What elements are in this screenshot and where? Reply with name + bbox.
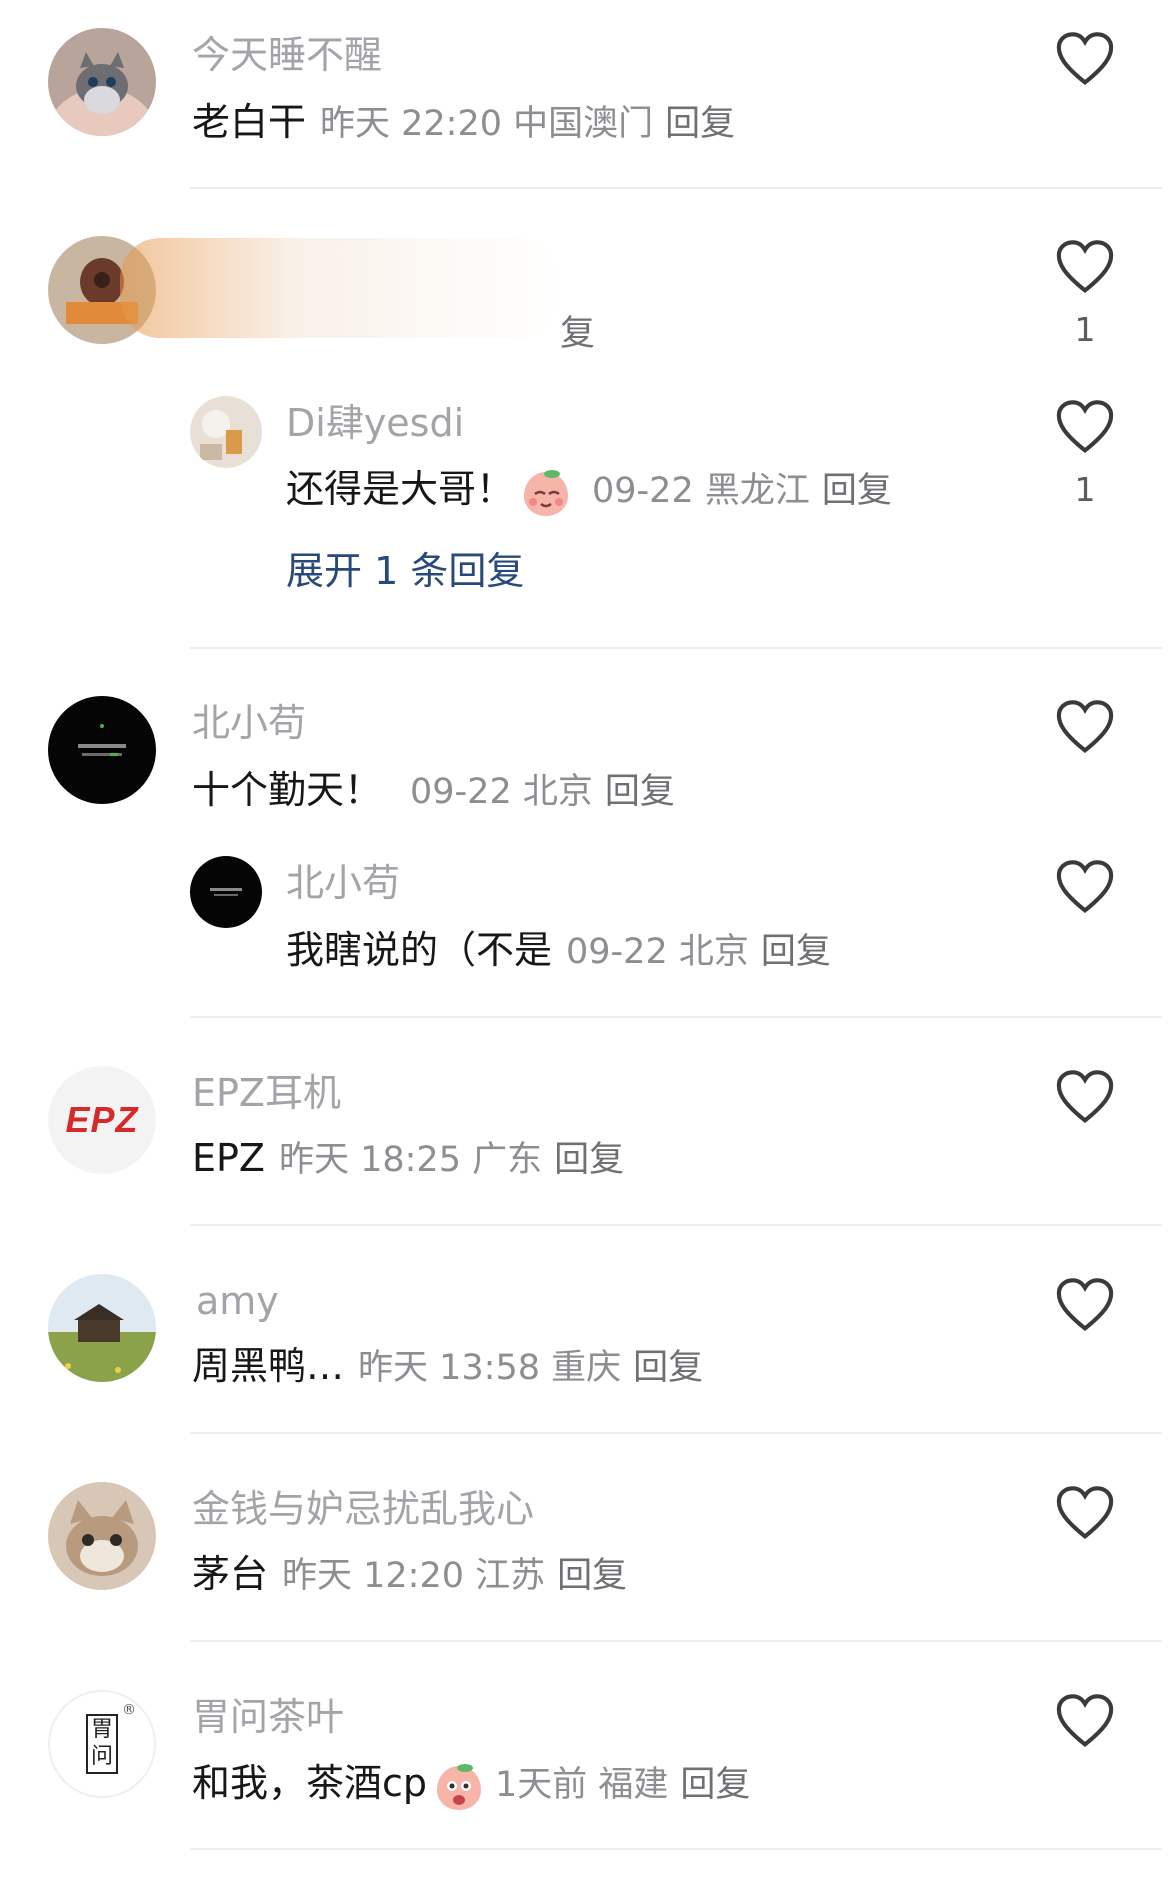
comment-meta: 09-22 北京 [566, 932, 749, 972]
divider [190, 647, 1162, 649]
comment-username[interactable]: EPZ耳机 [192, 1068, 341, 1118]
like-button[interactable] [1052, 1480, 1118, 1546]
divider [190, 1640, 1162, 1642]
heart-outline-icon [1056, 700, 1114, 754]
reply-button[interactable]: 复 [560, 314, 595, 354]
heart-outline-icon [1056, 1070, 1114, 1124]
epz-logo: EPZ [65, 1099, 139, 1140]
avatar[interactable]: EPZ [48, 1066, 156, 1174]
comment-line: 十个勤天！ 09-22 北京 回复 [192, 762, 675, 820]
comment-text: 周黑鸭… [192, 1344, 345, 1388]
comment-line: 茅台 昨天 12:20 江苏 回复 [192, 1546, 627, 1604]
avatar[interactable]: 胃 问 ® [48, 1690, 156, 1798]
comment-text: EPZ [192, 1136, 265, 1180]
comment-username[interactable]: 北小苟 [286, 858, 400, 908]
redacted-content [120, 238, 560, 338]
reply-button[interactable]: 回复 [822, 471, 892, 511]
like-button[interactable] [1052, 1688, 1118, 1754]
avatar[interactable] [48, 696, 156, 804]
peach-emoji-icon [518, 464, 574, 520]
comment-username[interactable]: Di肆yesdi [286, 398, 464, 448]
comment-list: 今天睡不醒 老白干 昨天 22:20 中国澳门 回复 复 1 Di肆yesdi 还得… [0, 0, 1170, 1890]
avatar[interactable] [48, 1482, 156, 1590]
divider [190, 187, 1162, 189]
comment-username[interactable]: 金钱与妒忌扰乱我心 [192, 1484, 534, 1534]
reply-button[interactable]: 回复 [761, 932, 831, 972]
comment-line: 老白干 昨天 22:20 中国澳门 回复 [192, 94, 735, 152]
comment-text: 老白干 [192, 100, 307, 144]
like-button[interactable] [1052, 1064, 1118, 1130]
comment-text: 还得是大哥！ [286, 467, 515, 511]
peach-emoji-icon [431, 1758, 487, 1814]
reply-button[interactable]: 回复 [605, 772, 675, 812]
comment-line: 我瞎说的（不是 09-22 北京 回复 [286, 922, 831, 980]
reply-button[interactable]: 回复 [557, 1556, 627, 1596]
comment-meta: 1天前 福建 [495, 1765, 669, 1805]
tea-logo-char: 问 [90, 1744, 113, 1769]
comment-line: 周黑鸭… 昨天 13:58 重庆 回复 [192, 1338, 703, 1396]
comment-text: 十个勤天！ [192, 768, 383, 812]
divider [190, 1224, 1162, 1226]
like-button[interactable] [1052, 394, 1118, 460]
avatar[interactable] [48, 28, 156, 136]
reply-button[interactable]: 回复 [633, 1348, 703, 1388]
comment-line: 和我，茶酒cp 1天前 福建 回复 [192, 1755, 750, 1814]
reply-button[interactable]: 回复 [680, 1765, 750, 1805]
comment-line: 复 [560, 304, 595, 362]
comment-text: 茅台 [192, 1552, 269, 1596]
comment-meta: 09-22 北京 [410, 772, 593, 812]
avatar[interactable] [48, 1274, 156, 1382]
expand-replies-button[interactable]: 展开 1 条回复 [286, 546, 524, 596]
heart-outline-icon [1056, 1278, 1114, 1332]
like-count: 1 [1074, 470, 1096, 509]
reply-button[interactable]: 回复 [554, 1140, 624, 1180]
like-count: 1 [1074, 310, 1096, 349]
divider [190, 1848, 1162, 1850]
comment-meta: 昨天 22:20 中国澳门 [320, 104, 654, 144]
comment-username[interactable]: 北小苟 [192, 698, 306, 748]
comment-username[interactable]: 胃问茶叶 [192, 1692, 344, 1742]
like-button[interactable] [1052, 234, 1118, 300]
comment-line: 还得是大哥！ 09-22 黑龙江 回复 [286, 461, 892, 520]
registered-mark: ® [122, 1702, 136, 1718]
avatar[interactable] [190, 396, 262, 468]
comment-meta: 昨天 18:25 广东 [278, 1140, 543, 1180]
like-button[interactable] [1052, 694, 1118, 760]
comment-username[interactable]: 今天睡不醒 [192, 30, 382, 80]
comment-text: 我瞎说的（不是 [286, 928, 553, 972]
comment-text: 和我，茶酒cp [192, 1761, 428, 1805]
avatar[interactable] [190, 856, 262, 928]
reply-button[interactable]: 回复 [665, 104, 735, 144]
tea-logo-char: 胃 [90, 1717, 113, 1742]
like-button[interactable] [1052, 26, 1118, 92]
heart-outline-icon [1056, 400, 1114, 454]
heart-outline-icon [1056, 1694, 1114, 1748]
heart-outline-icon [1056, 32, 1114, 86]
comment-meta: 09-22 黑龙江 [592, 471, 810, 511]
like-button[interactable] [1052, 1272, 1118, 1338]
like-button[interactable] [1052, 854, 1118, 920]
heart-outline-icon [1056, 860, 1114, 914]
tea-logo: 胃 问 [86, 1714, 118, 1774]
comment-line: EPZ 昨天 18:25 广东 回复 [192, 1130, 624, 1188]
comment-meta: 昨天 13:58 重庆 [358, 1348, 622, 1388]
heart-outline-icon [1056, 1486, 1114, 1540]
comment-meta: 昨天 12:20 江苏 [282, 1556, 546, 1596]
divider [190, 1432, 1162, 1434]
heart-outline-icon [1056, 240, 1114, 294]
comment-username[interactable]: amy [196, 1276, 279, 1326]
divider [190, 1016, 1162, 1018]
